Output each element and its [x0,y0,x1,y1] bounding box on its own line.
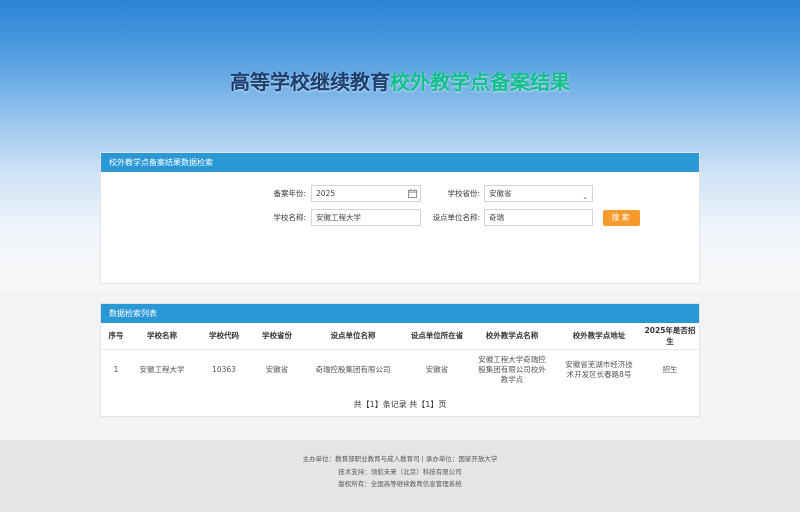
year-field[interactable]: 2025 [311,185,421,202]
column-header: 校外教学点地址 [557,323,641,350]
results-panel: 数据检索列表 序号 学校名称 学校代码 学校省份 设点单位名称 设点单位所在省 … [100,303,700,417]
unit-row: 设点单位名称: 奇瑞 [410,209,593,226]
column-header: 序号 [101,323,131,350]
unit-name-value: 奇瑞 [489,213,504,222]
column-header: 设点单位所在省 [407,323,467,350]
search-button[interactable]: 搜索 [603,210,640,226]
site-title-part2: 校外教学点备案结果 [390,70,570,94]
footer-sponsor: 主办单位：教育部职业教育与成人教育司 | 承办单位：国家开放大学 [302,455,498,463]
table-cell: 安徽省 [265,365,289,375]
school-name-value: 安徽工程大学 [316,213,361,222]
school-name-input[interactable]: 安徽工程大学 [311,209,421,226]
table-cell: 招生 [662,365,678,375]
table-cell: 奇瑞控股集团有限公司 [315,365,391,375]
table-header-row: 序号 学校名称 学校代码 学校省份 设点单位名称 设点单位所在省 校外教学点名称… [101,323,699,350]
results-panel-title: 数据检索列表 [101,304,699,323]
column-header: 2025年是否招生 [641,323,699,350]
results-table: 序号 学校名称 学校代码 学校省份 设点单位名称 设点单位所在省 校外教学点名称… [101,323,699,391]
province-select[interactable]: 安徽省 ⌄ [484,185,593,202]
year-label: 备案年份: [273,189,306,198]
column-header: 学校名称 [131,323,193,350]
table-row: 1 安徽工程大学 10363 安徽省 奇瑞控股集团有限公司 安徽省 安徽工程大学… [101,349,699,391]
table-cell: 安徽工程大学 [139,365,185,375]
site-title: 高等学校继续教育校外教学点备案结果 [0,66,800,95]
column-header: 学校代码 [193,323,255,350]
unit-name-input[interactable]: 奇瑞 [484,209,593,226]
table-cell: 10363 [212,365,236,375]
year-row: 备案年份: 2025 [240,185,421,202]
province-row: 学校省份: 安徽省 ⌄ [410,185,593,202]
footer-tech-support: 技术支持：领航未来（北京）科技有限公司 [338,467,462,476]
school-row: 学校名称: 安徽工程大学 [240,209,421,226]
site-title-part1: 高等学校继续教育 [230,70,390,94]
year-value: 2025 [316,189,336,198]
column-header: 学校省份 [255,323,299,350]
table-cell: 1 [113,365,119,375]
column-header: 校外教学点名称 [467,323,557,350]
table-cell: 安徽省 [425,365,449,375]
table-cell: 安徽省芜湖市经济技术开发区长春路8号 [565,360,633,380]
chevron-down-icon: ⌄ [582,193,588,201]
unit-label: 设点单位名称: [432,213,480,222]
table-cell: 安徽工程大学奇瑞控股集团有限公司校外教学点 [478,355,546,385]
school-label: 学校名称: [273,213,306,222]
column-header: 设点单位名称 [299,323,407,350]
pagination-info: 共【1】条记录 共【1】页 [353,400,447,409]
province-label: 学校省份: [447,189,480,198]
footer: 主办单位：教育部职业教育与成人教育司 | 承办单位：国家开放大学 技术支持：领航… [0,440,800,512]
province-value: 安徽省 [489,189,512,198]
search-panel-title: 校外教学点备案结果数据检索 [101,153,699,172]
footer-copyright: 版权所有：全国高等继续教育信息管理系统 [338,480,462,488]
